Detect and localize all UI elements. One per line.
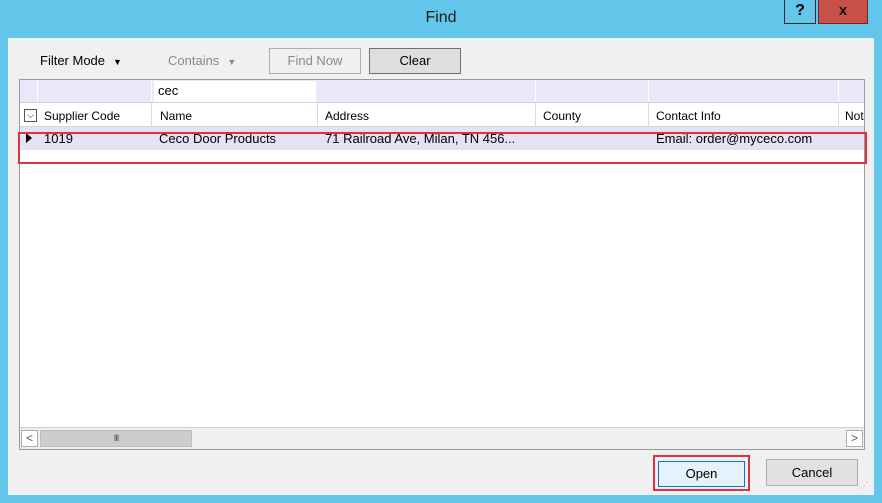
column-header-address[interactable]: Address <box>318 103 536 127</box>
column-chooser-icon[interactable]: ⌵ <box>24 109 37 122</box>
column-header-county[interactable]: County <box>536 103 649 127</box>
caret-down-icon: ▼ <box>113 57 122 67</box>
caret-down-icon: ▼ <box>227 57 237 67</box>
open-button[interactable]: Open <box>658 461 745 487</box>
window-title: Find <box>425 9 457 26</box>
help-button[interactable]: ? <box>784 0 816 24</box>
filter-row: cec <box>20 80 864 103</box>
column-header-row: ⌵ Supplier Code Name Address County Cont… <box>20 103 864 127</box>
contains-dropdown[interactable]: Contains ▼ <box>168 53 236 68</box>
current-row-arrow-icon <box>26 133 32 143</box>
cell-address[interactable]: 71 Railroad Ave, Milan, TN 456... <box>318 127 536 150</box>
close-button[interactable]: x <box>818 0 868 24</box>
dialog-body: Filter Mode ▼ Contains ▼ Find Now Clear ce… <box>8 38 874 495</box>
filter-mode-label: Filter Mode <box>40 53 106 68</box>
table-row[interactable]: 1019 Ceco Door Products 71 Railroad Ave,… <box>20 127 864 150</box>
results-grid: cec ⌵ Supplier Code Name Address County … <box>19 79 865 450</box>
filter-cell-county[interactable] <box>536 80 649 102</box>
scroll-right-icon[interactable]: > <box>846 430 863 447</box>
cancel-button[interactable]: Cancel <box>766 459 858 486</box>
name-filter-input[interactable]: cec <box>154 81 316 102</box>
cell-supplier-code[interactable]: 1019 <box>38 127 152 150</box>
column-header-supplier-code[interactable]: ⌵ Supplier Code <box>20 103 152 127</box>
column-header-label: Supplier Code <box>44 109 121 123</box>
cell-name[interactable]: Ceco Door Products <box>152 127 318 150</box>
column-header-notes[interactable]: Not <box>839 103 864 127</box>
filter-cell-notes[interactable] <box>839 80 864 102</box>
column-header-contact-info[interactable]: Contact Info <box>649 103 839 127</box>
filter-mode-dropdown[interactable]: Filter Mode ▼ <box>40 53 122 68</box>
horizontal-scrollbar[interactable]: < III > <box>20 427 864 449</box>
cell-county[interactable] <box>536 127 649 150</box>
scroll-thumb[interactable]: III <box>40 430 192 447</box>
find-now-button[interactable]: Find Now <box>269 48 361 74</box>
column-header-name[interactable]: Name <box>152 103 318 127</box>
filter-cell-address[interactable] <box>318 80 536 102</box>
title-bar: Find ? x <box>0 0 882 38</box>
filter-cell-contact-info[interactable] <box>649 80 839 102</box>
scroll-left-icon[interactable]: < <box>21 430 38 447</box>
contains-label: Contains <box>168 53 220 68</box>
cell-contact-info[interactable]: Email: order@myceco.com <box>649 127 839 150</box>
filter-cell-indicator <box>20 80 38 102</box>
clear-button[interactable]: Clear <box>369 48 461 74</box>
resize-grip-icon[interactable]: ⋰ <box>860 481 870 491</box>
filter-cell-supplier-code[interactable] <box>38 80 152 102</box>
